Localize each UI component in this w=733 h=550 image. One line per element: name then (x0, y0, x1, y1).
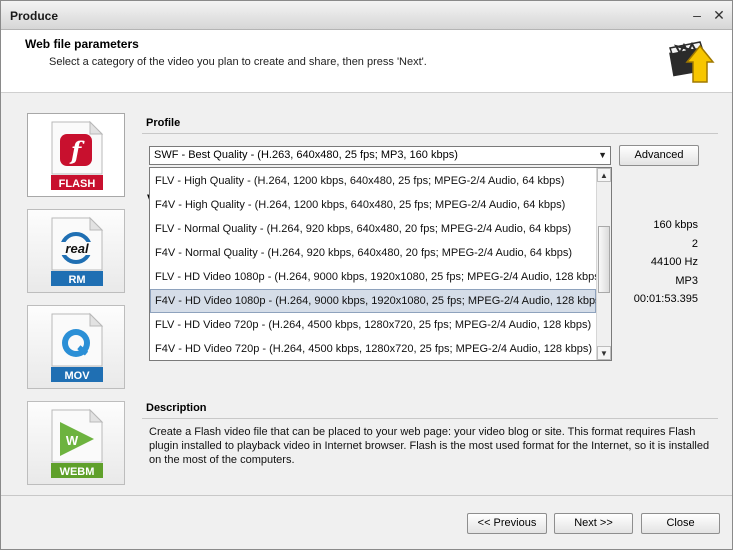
profile-option[interactable]: F4V - High Quality - (H.264, 1200 kbps, … (150, 193, 596, 217)
profile-option[interactable]: FLV - Normal Quality - (H.264, 920 kbps,… (150, 217, 596, 241)
profile-option[interactable]: FLV - HD Video 720p - (H.264, 4500 kbps,… (150, 313, 596, 337)
property-value: 160 kbps (653, 219, 698, 231)
advanced-button[interactable]: Advanced (619, 145, 699, 166)
profile-label: Profile (146, 117, 181, 129)
close-button[interactable]: Close (641, 513, 720, 534)
svg-text:WEBM: WEBM (60, 466, 95, 478)
previous-button[interactable]: << Previous (467, 513, 547, 534)
webm-icon: W WEBM (51, 408, 104, 478)
property-value: 2 (691, 238, 698, 250)
profile-option[interactable]: FLV - HD Video 1080p - (H.264, 9000 kbps… (150, 265, 603, 289)
format-tile-rm[interactable]: real RM (27, 209, 125, 293)
page-subtitle: Select a category of the video you plan … (49, 56, 427, 68)
profile-option[interactable]: FLV - High Quality - (H.264, 1200 kbps, … (150, 169, 596, 193)
svg-text:FLASH: FLASH (59, 178, 96, 190)
close-icon[interactable]: ✕ (709, 5, 729, 25)
format-tile-webm[interactable]: W WEBM (27, 401, 125, 485)
real-icon: real RM (51, 216, 104, 286)
svg-text:RM: RM (68, 274, 85, 286)
svg-text:W: W (66, 433, 79, 448)
profile-selected-value: SWF - Best Quality - (H.263, 640x480, 25… (154, 149, 458, 161)
page-title: Web file parameters (25, 37, 139, 51)
description-separator (142, 418, 718, 419)
profile-option[interactable]: F4V - HD Video 720p - (H.264, 4500 kbps,… (150, 337, 596, 361)
profile-option[interactable]: F4V - Normal Quality - (H.264, 920 kbps,… (150, 241, 596, 265)
svg-text:real: real (65, 241, 89, 256)
description-label: Description (146, 402, 207, 414)
property-value: 00:01:53.395 (633, 293, 698, 305)
footer-separator (1, 495, 732, 496)
scroll-up-icon[interactable]: ▲ (597, 168, 611, 182)
flash-icon: f FLASH (51, 120, 104, 190)
header-panel: Web file parameters Select a category of… (1, 30, 732, 93)
produce-window: Produce – ✕ Web file parameters Select a… (0, 0, 733, 550)
format-tile-mov[interactable]: MOV (27, 305, 125, 389)
description-text: Create a Flash video file that can be pl… (149, 426, 710, 466)
chevron-down-icon[interactable]: ▼ (598, 150, 607, 160)
minimize-icon[interactable]: – (687, 5, 707, 25)
scrollbar-thumb[interactable] (598, 226, 610, 293)
title-bar: Produce – ✕ (1, 1, 732, 30)
profile-dropdown[interactable]: SWF - Best Quality - (H.263, 640x480, 25… (149, 146, 611, 165)
profile-dropdown-list: FLV - High Quality - (H.264, 1200 kbps, … (149, 167, 612, 361)
next-button[interactable]: Next >> (554, 513, 633, 534)
scroll-down-icon[interactable]: ▼ (597, 346, 611, 360)
dropdown-scrollbar[interactable]: ▲ ▼ (596, 168, 611, 360)
quicktime-icon: MOV (51, 312, 104, 382)
format-tile-flash[interactable]: f FLASH (27, 113, 125, 197)
svg-text:MOV: MOV (64, 370, 90, 382)
window-title: Produce (10, 9, 59, 23)
clapperboard-arrow-icon (669, 41, 715, 83)
profile-option-highlighted[interactable]: F4V - HD Video 1080p - (H.264, 9000 kbps… (150, 289, 604, 313)
property-value: MP3 (675, 275, 698, 287)
profile-separator (142, 133, 718, 134)
property-value: 44100 Hz (650, 256, 698, 268)
